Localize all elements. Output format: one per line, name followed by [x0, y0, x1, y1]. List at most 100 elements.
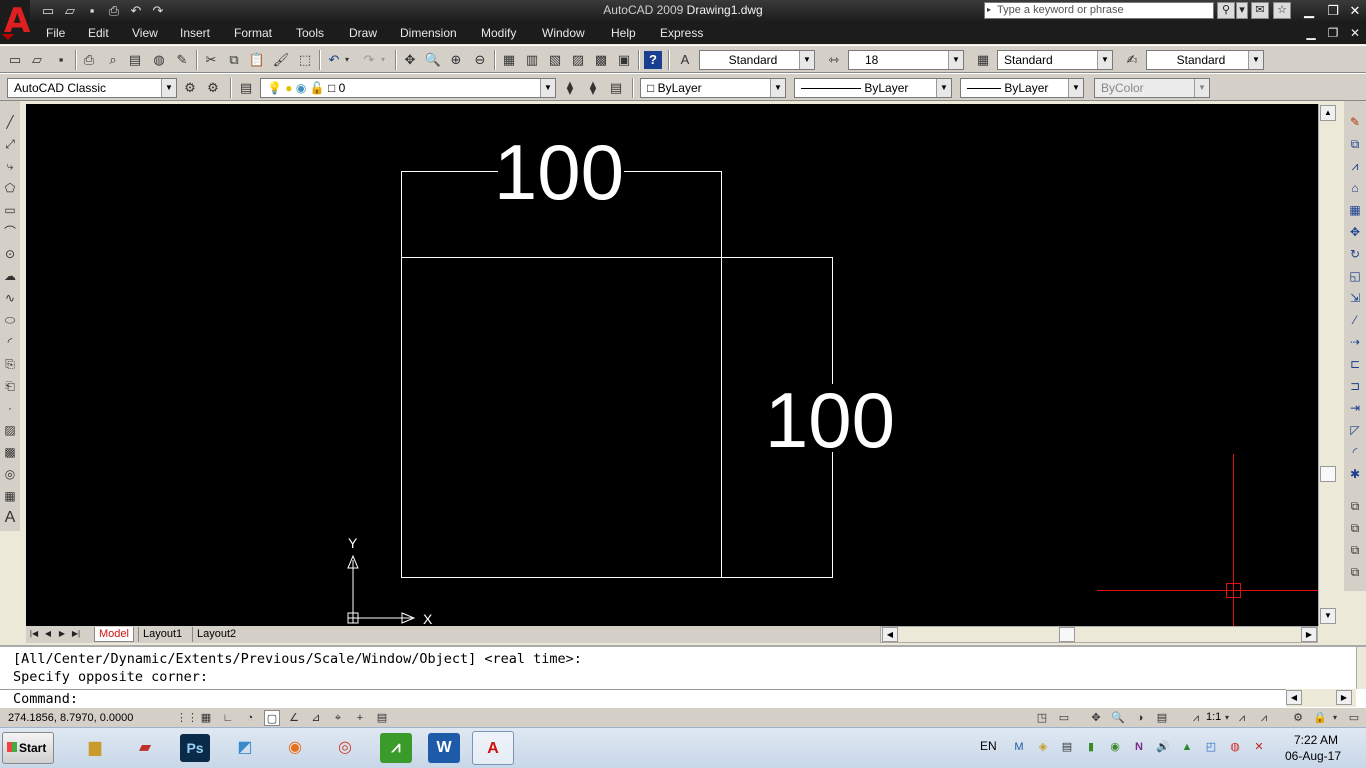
my-workspace-icon[interactable]: ⚙ — [204, 79, 222, 97]
spline-icon[interactable]: ∿ — [1, 289, 19, 307]
menu-tools[interactable]: Tools — [296, 26, 324, 40]
zoom-window-icon[interactable]: ⊕ — [447, 51, 465, 69]
menu-edit[interactable]: Edit — [88, 26, 109, 40]
quick-properties-icon[interactable]: ▤ — [374, 710, 390, 726]
workspace-switching-icon[interactable]: ⚙ — [1290, 710, 1306, 726]
table-style-select[interactable]: Standard ▼ — [997, 50, 1113, 70]
design-center-icon[interactable]: ▥ — [523, 51, 541, 69]
paste-icon[interactable]: 📋 — [248, 51, 266, 69]
array-icon[interactable]: ▦ — [1346, 201, 1364, 219]
close-button[interactable]: ✕ — [1344, 2, 1366, 19]
menu-format[interactable]: Format — [234, 26, 272, 40]
device-icon[interactable]: ▤ — [1058, 738, 1076, 756]
revision-cloud-icon[interactable]: ☁ — [1, 267, 19, 285]
model-space-canvas[interactable]: 100 100 Y X — [26, 104, 1318, 626]
explode-icon[interactable]: ✱ — [1346, 465, 1364, 483]
object-snap-tracking-icon[interactable]: ∠ — [286, 710, 302, 726]
file-explorer-icon[interactable]: ▆ — [74, 731, 116, 765]
layout-icon[interactable]: ▭ — [1056, 710, 1072, 726]
antivirus-icon[interactable]: ◍ — [1226, 738, 1244, 756]
chevron-down-icon[interactable]: ▼ — [540, 79, 555, 97]
grid-display-icon[interactable]: ▦ — [198, 710, 214, 726]
scroll-right-icon[interactable]: ▶ — [1301, 627, 1317, 642]
layer-previous-icon[interactable]: ⧫ — [584, 79, 602, 97]
book-app-icon[interactable]: ▰ — [124, 731, 166, 765]
dynamic-input-icon[interactable]: ⌖ — [330, 710, 346, 726]
draw-order-front-icon[interactable]: ⧉ — [1346, 497, 1364, 515]
move-icon[interactable]: ✥ — [1346, 223, 1364, 241]
chevron-down-icon[interactable]: ▼ — [948, 51, 963, 69]
photoshop-icon[interactable]: Ps — [180, 734, 210, 762]
copy-icon[interactable]: ⧉ — [225, 51, 243, 69]
lineweight-icon[interactable]: + — [352, 710, 368, 726]
region-icon[interactable]: ◎ — [1, 465, 19, 483]
circle-icon[interactable]: ⊙ — [1, 245, 19, 263]
expand-arrow-icon[interactable]: ▸ — [987, 5, 991, 14]
layer-state-icon[interactable]: ▤ — [607, 79, 625, 97]
undo-dropdown-icon[interactable]: ▾ — [342, 51, 352, 69]
markup-set-manager-icon[interactable]: ▩ — [592, 51, 610, 69]
pan-icon[interactable]: ✥ — [401, 51, 419, 69]
properties-icon[interactable]: ▦ — [500, 51, 518, 69]
word-icon[interactable]: W — [428, 733, 460, 763]
infocenter-search-input[interactable]: ▸ Type a keyword or phrase — [984, 2, 1214, 19]
copy-object-icon[interactable]: ⧉ — [1346, 135, 1364, 153]
dimension-style-select[interactable]: 18 ▼ — [848, 50, 964, 70]
3d-dwf-icon[interactable]: ◍ — [150, 51, 168, 69]
menu-help[interactable]: Help — [611, 26, 636, 40]
text-style-icon[interactable]: A — [676, 51, 694, 69]
scroll-left-icon[interactable]: ◀ — [882, 627, 898, 642]
layer-properties-icon[interactable]: ▤ — [237, 79, 255, 97]
point-icon[interactable]: · — [1, 399, 19, 417]
command-input-row[interactable]: Command: — [0, 689, 1286, 707]
doc-minimize-button[interactable]: ▁ — [1302, 26, 1320, 40]
pan-icon[interactable]: ✥ — [1088, 710, 1104, 726]
undo-icon[interactable]: ↶ — [325, 51, 343, 69]
clock-date[interactable]: 06-Aug-17 — [1278, 749, 1348, 763]
plot-preview-icon[interactable]: ⌕ — [104, 51, 122, 69]
multiline-text-icon[interactable]: A — [1, 509, 19, 527]
make-block-icon[interactable]: ⎗ — [1, 377, 19, 395]
doc-restore-button[interactable]: ❐ — [1324, 26, 1342, 40]
help-icon[interactable]: ? — [644, 51, 662, 69]
arc-icon[interactable]: ⌒ — [1, 223, 19, 241]
quickcalc-icon[interactable]: ▣ — [615, 51, 633, 69]
auto-scale-icon[interactable]: ⩘ — [1256, 710, 1272, 726]
model-icon[interactable]: ◳ — [1034, 710, 1050, 726]
redo-icon[interactable]: ↷ — [360, 51, 378, 69]
tray-app-icon[interactable]: ◈ — [1034, 738, 1052, 756]
maximize-button[interactable]: ❐ — [1322, 2, 1344, 19]
safely-remove-icon[interactable]: ▲ — [1178, 738, 1196, 756]
zoom-previous-icon[interactable]: ⊖ — [471, 51, 489, 69]
favorites-star-icon[interactable]: ☆ — [1273, 2, 1291, 19]
layer-select[interactable]: 💡 ● ◉ 🔓 □ 0 ▼ — [260, 78, 556, 98]
chevron-down-icon[interactable]: ▼ — [936, 79, 951, 97]
erase-icon[interactable]: ✎ — [1346, 113, 1364, 131]
clean-screen-icon[interactable]: ▭ — [1346, 710, 1362, 726]
color-control-select[interactable]: □ ByLayer ▼ — [640, 78, 786, 98]
multileader-style-icon[interactable]: ✍ — [1123, 51, 1141, 69]
dynamic-ucs-icon[interactable]: ⊿ — [308, 710, 324, 726]
break-icon[interactable]: ⊐ — [1346, 377, 1364, 395]
plot-icon[interactable]: ⎙ — [80, 51, 98, 69]
lineweight-control-select[interactable]: ByLayer ▼ — [960, 78, 1084, 98]
menu-file[interactable]: File — [46, 26, 65, 40]
scroll-thumb[interactable] — [1059, 627, 1075, 642]
open-icon[interactable]: ▱ — [28, 51, 46, 69]
horizontal-scrollbar[interactable]: ◀ ▶ — [880, 626, 1318, 643]
extend-icon[interactable]: ⇢ — [1346, 333, 1364, 351]
autocad-taskbar-icon[interactable]: A — [472, 731, 514, 765]
next-tab-icon[interactable]: ▶ — [56, 627, 68, 641]
polygon-icon[interactable]: ⬠ — [1, 179, 19, 197]
qnew-icon[interactable]: ▭ — [6, 51, 24, 69]
annotation-scale-dropdown-icon[interactable]: ▾ — [1222, 710, 1232, 726]
menu-view[interactable]: View — [132, 26, 158, 40]
command-history-scrollbar[interactable] — [1356, 647, 1366, 689]
command-line-scrollbar[interactable]: ◀ ▶ — [1286, 689, 1356, 707]
search-dropdown-icon[interactable]: ▾ — [1236, 2, 1248, 19]
vertical-scrollbar[interactable]: ▲ ▼ — [1318, 104, 1336, 626]
search-icon[interactable]: ⚲ — [1217, 2, 1235, 19]
minimize-button[interactable]: ▁ — [1298, 2, 1320, 19]
firefox-icon[interactable]: ◉ — [274, 731, 316, 765]
table-style-icon[interactable]: ▦ — [974, 51, 992, 69]
